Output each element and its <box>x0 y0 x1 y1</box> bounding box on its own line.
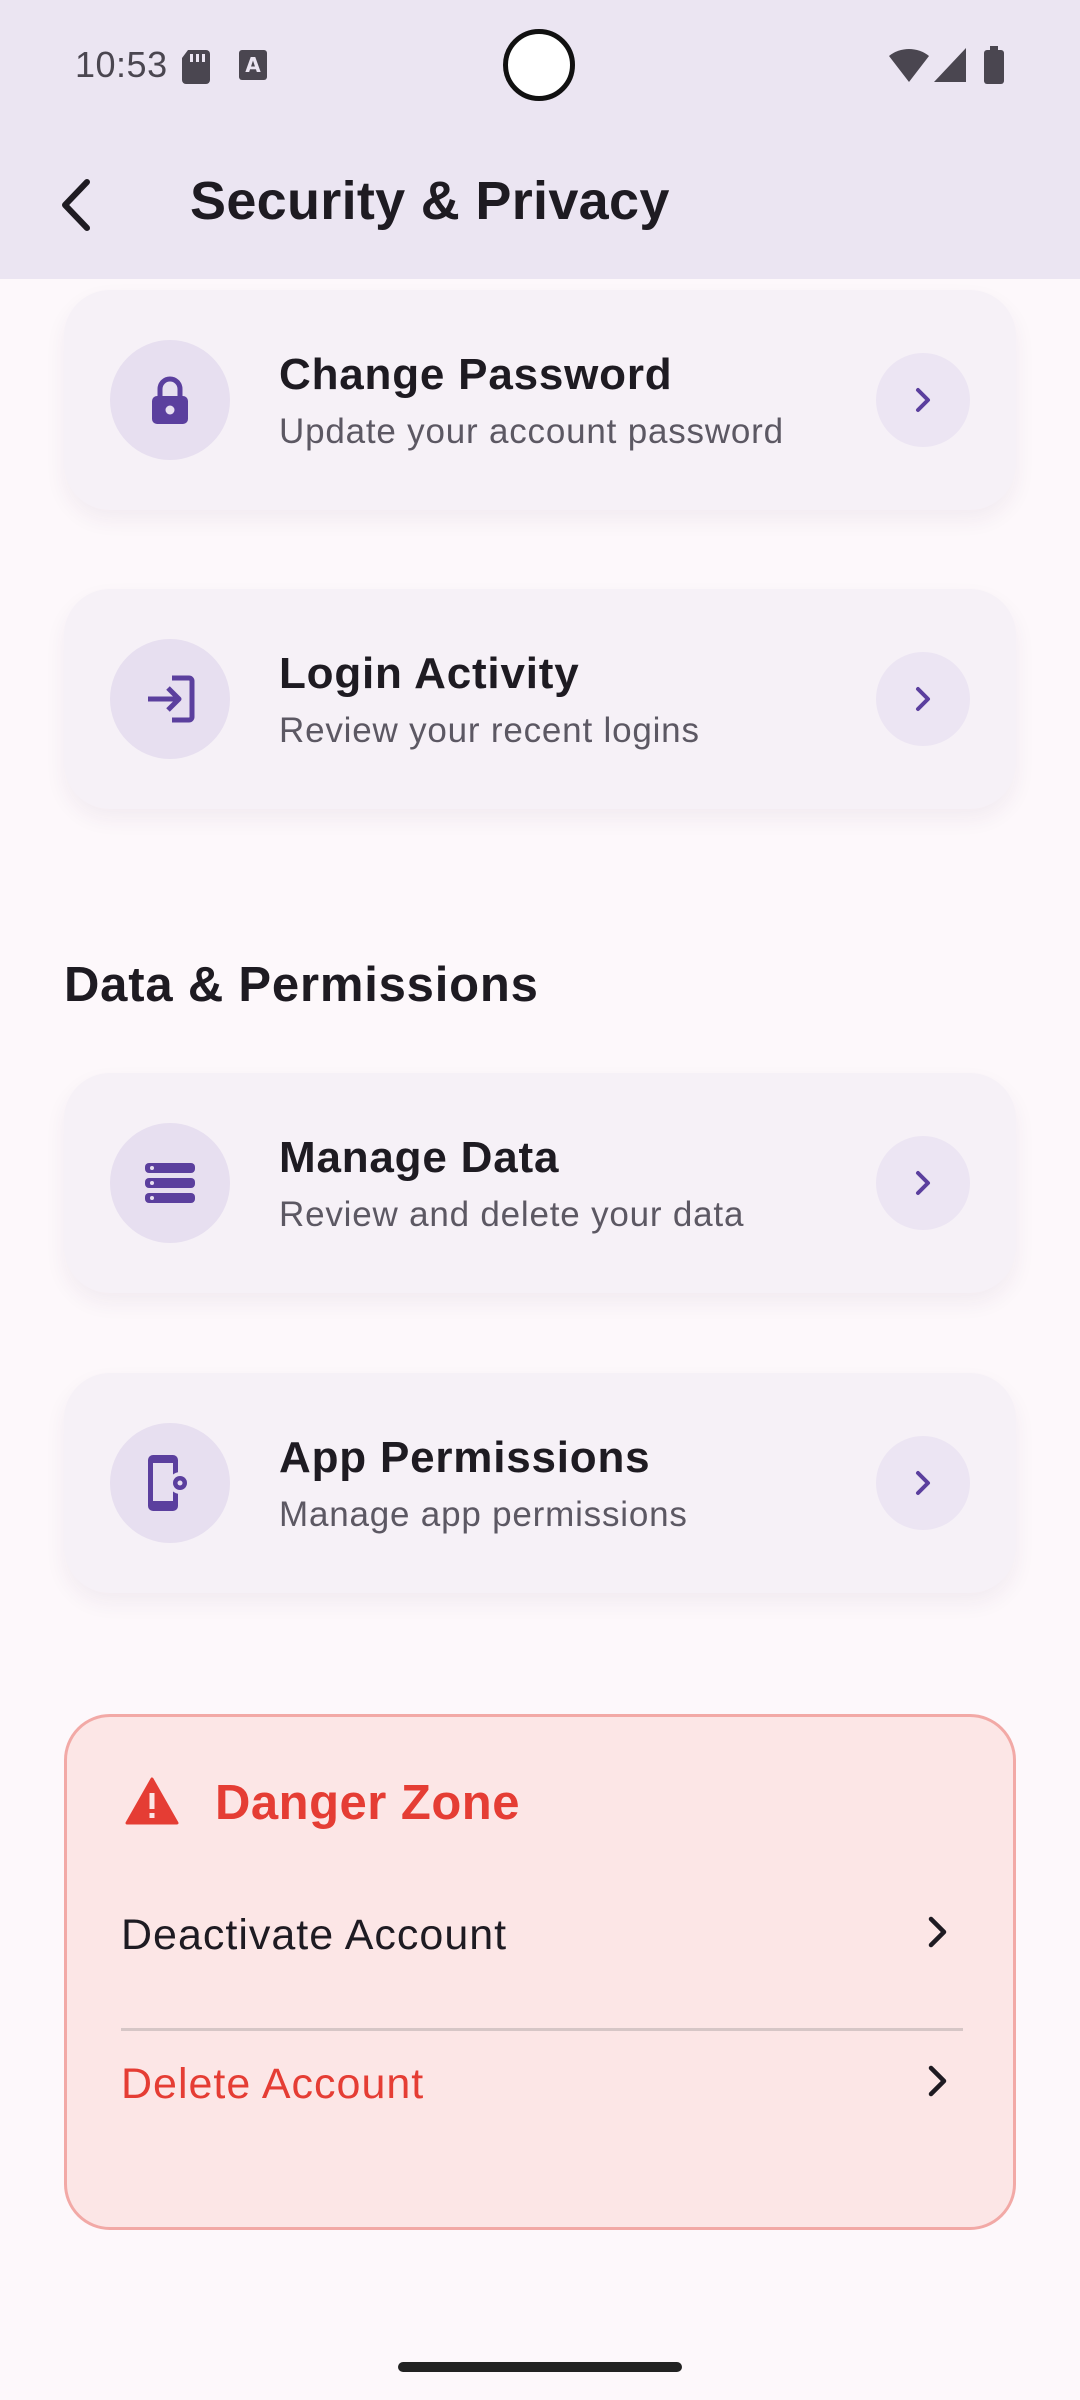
home-indicator[interactable] <box>398 2362 682 2372</box>
svg-text:A: A <box>245 53 261 77</box>
card-title: App Permissions <box>279 1433 651 1482</box>
danger-zone-title: Danger Zone <box>215 1776 520 1830</box>
delete-account-label: Delete Account <box>121 2060 425 2108</box>
back-arrow-icon <box>62 179 90 231</box>
card-subtitle: Update your account password <box>279 412 784 451</box>
delete-account-row[interactable]: Delete Account <box>121 2030 963 2140</box>
deactivate-account-label: Deactivate Account <box>121 1911 508 1959</box>
login-icon <box>110 639 230 759</box>
chevron-right-icon <box>927 1915 949 1954</box>
battery-icon <box>984 46 1004 89</box>
app-permissions-card[interactable]: App Permissions Manage app permissions <box>64 1373 1016 1593</box>
card-title: Manage Data <box>279 1133 560 1182</box>
section-heading: Data & Permissions <box>64 958 539 1012</box>
manage-data-card[interactable]: Manage Data Review and delete your data <box>64 1073 1016 1293</box>
app-bar: 10:53 A Security & Privacy <box>0 0 1080 279</box>
chevron-right-icon <box>876 1136 970 1230</box>
a-icon: A <box>239 50 267 85</box>
chevron-right-icon <box>927 2064 949 2103</box>
camera-cutout <box>503 29 575 101</box>
chevron-right-icon <box>876 652 970 746</box>
card-title: Login Activity <box>279 649 580 698</box>
phone-settings-icon <box>110 1423 230 1543</box>
card-title: Change Password <box>279 350 673 399</box>
danger-zone-card: Danger Zone Deactivate Account Delete Ac… <box>64 1714 1016 2230</box>
wifi-icon <box>889 48 929 87</box>
screen: 10:53 A Security & Privacy Change Passwo… <box>0 0 1080 2400</box>
lock-icon <box>110 340 230 460</box>
sd-card-icon <box>182 50 210 89</box>
warning-icon <box>125 1777 179 1830</box>
chevron-right-icon <box>876 1436 970 1530</box>
chevron-right-icon <box>876 353 970 447</box>
storage-icon <box>110 1123 230 1243</box>
signal-icon <box>934 48 966 87</box>
deactivate-account-row[interactable]: Deactivate Account <box>121 1881 963 1991</box>
status-time: 10:53 <box>75 44 168 85</box>
back-button[interactable] <box>40 160 110 250</box>
change-password-card[interactable]: Change Password Update your account pass… <box>64 290 1016 510</box>
card-subtitle: Review and delete your data <box>279 1195 745 1234</box>
login-activity-card[interactable]: Login Activity Review your recent logins <box>64 589 1016 809</box>
page-title: Security & Privacy <box>190 171 670 231</box>
card-subtitle: Review your recent logins <box>279 711 700 750</box>
card-subtitle: Manage app permissions <box>279 1495 688 1534</box>
